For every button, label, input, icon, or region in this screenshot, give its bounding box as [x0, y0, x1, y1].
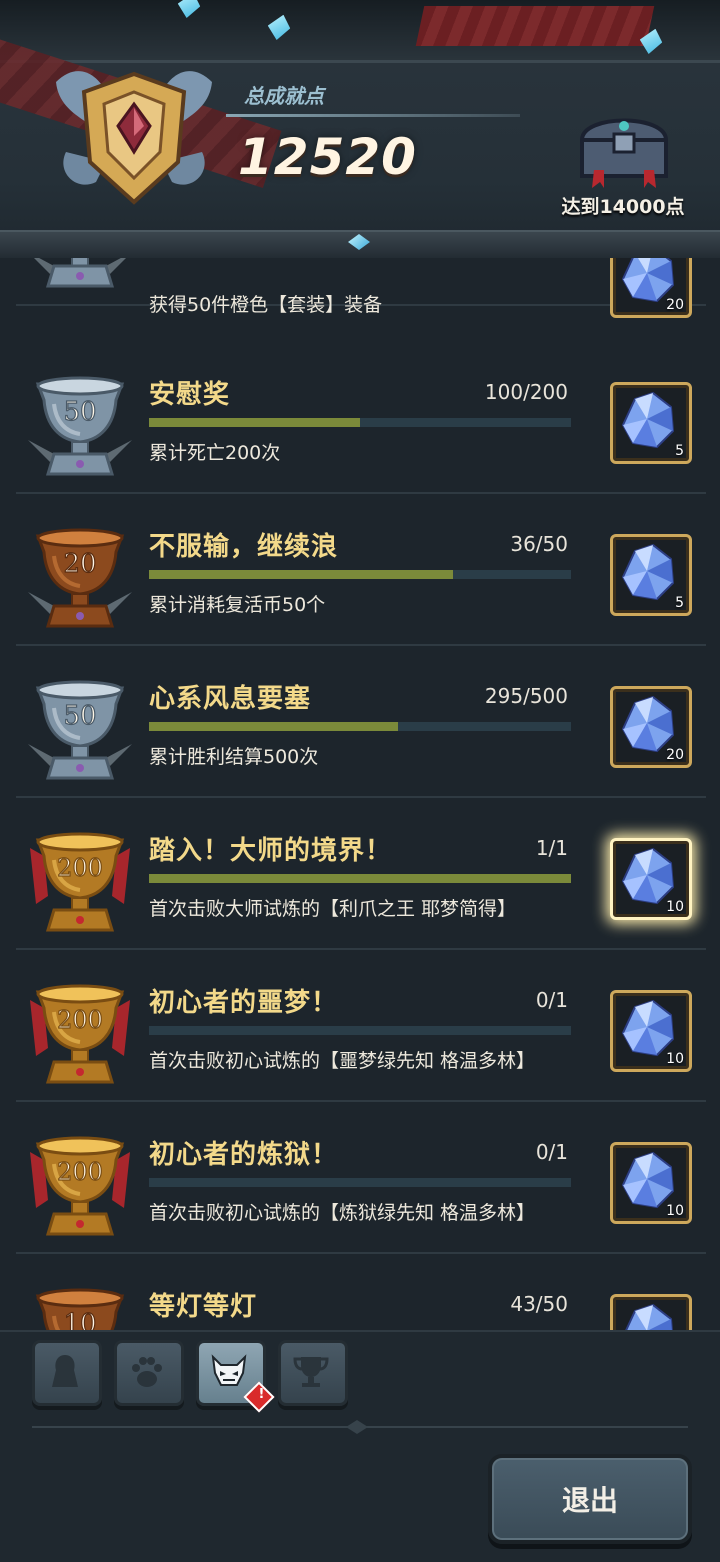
tab-achievements[interactable]	[278, 1340, 348, 1406]
achievement-description: 获得50件橙色【套装】装备	[149, 294, 383, 316]
reward-count: 10	[666, 1203, 684, 1219]
reward-count: 5	[675, 595, 684, 611]
reward-item-button[interactable]: 20	[610, 258, 692, 318]
exit-button[interactable]: 退出	[488, 1454, 692, 1544]
demon-mask-icon	[211, 1354, 247, 1386]
progress-bar-fill	[149, 570, 453, 579]
ribbon-decoration-top	[415, 6, 655, 46]
tab-character[interactable]	[32, 1340, 102, 1406]
reward-item-button[interactable]: 5	[610, 382, 692, 464]
total-points-label: 总成就点	[244, 84, 324, 108]
list-item[interactable]: 200 踏入！大师的境界！ 1/1 首次击败大师试炼的【利爪之王 耶梦简得】 10	[16, 798, 706, 950]
reward-item-button[interactable]	[610, 1294, 692, 1330]
reward-item-button[interactable]: 10	[610, 990, 692, 1072]
character-silhouette-icon	[52, 1355, 78, 1387]
crystal-reward-icon	[621, 543, 675, 601]
achievement-description: 累计胜利结算500次	[149, 746, 319, 768]
gold-trophy-icon: 200	[24, 826, 136, 938]
achievement-description: 累计死亡200次	[149, 442, 281, 464]
rank-emblem-icon	[56, 71, 212, 205]
svg-text:20: 20	[63, 549, 96, 579]
trophy-icon	[293, 1357, 329, 1387]
achievement-list[interactable]: 获得50件橙色【套装】装备 20 50 安慰奖 100/200 累计死亡200次 5…	[0, 258, 720, 1330]
achievement-title: 不服输，继续浪	[149, 532, 339, 562]
crystal-reward-icon	[625, 1303, 673, 1330]
progress-bar-fill	[149, 722, 398, 731]
progress-bar	[149, 418, 571, 427]
progress-count: 0/1	[535, 988, 568, 1012]
list-item[interactable]: 200 初心者的炼狱！ 0/1 首次击败初心试炼的【炼狱绿先知 格温多林】 10	[16, 1102, 706, 1254]
silver-trophy-icon: 50	[24, 370, 136, 482]
svg-text:50: 50	[63, 701, 96, 731]
silver-trophy-icon	[24, 258, 136, 294]
crystal-reward-icon	[621, 391, 675, 449]
achievement-description: 累计消耗复活币50个	[149, 594, 326, 616]
progress-count: 36/50	[510, 532, 568, 556]
progress-count: 1/1	[535, 836, 568, 860]
divider-ornament	[346, 1420, 368, 1434]
gold-trophy-icon: 200	[24, 978, 136, 1090]
treasure-chest-icon[interactable]	[574, 100, 674, 190]
progress-count: 295/500	[484, 684, 568, 708]
progress-bar	[149, 1178, 571, 1187]
list-item[interactable]: 200 初心者的噩梦！ 0/1 首次击败初心试炼的【噩梦绿先知 格温多林】 10	[16, 950, 706, 1102]
total-points-value: 12520	[238, 128, 417, 186]
svg-text:10: 10	[63, 1309, 96, 1330]
paw-icon	[132, 1357, 162, 1387]
bottom-panel: ! 退出	[0, 1330, 720, 1562]
progress-bar	[149, 570, 571, 579]
label-underline	[226, 114, 520, 117]
achievement-description: 首次击败大师试炼的【利爪之王 耶梦简得】	[149, 898, 517, 920]
reward-item-button[interactable]: 10	[610, 838, 692, 920]
progress-bar	[149, 874, 571, 883]
achievement-title: 心系风息要塞	[149, 684, 312, 714]
list-item[interactable]: 10 等灯等灯 43/50	[16, 1254, 706, 1330]
progress-bar	[149, 1026, 571, 1035]
list-item[interactable]: 获得50件橙色【套装】装备 20	[16, 258, 706, 318]
achievement-title: 踏入！大师的境界！	[149, 836, 393, 866]
achievement-description: 首次击败初心试炼的【炼狱绿先知 格温多林】	[149, 1202, 536, 1224]
svg-text:200: 200	[57, 1006, 103, 1034]
chest-goal-text: 达到14000点	[561, 196, 685, 218]
progress-count: 100/200	[484, 380, 568, 404]
reward-item-button[interactable]: 20	[610, 686, 692, 768]
reward-count: 20	[666, 747, 684, 763]
silver-trophy-icon: 50	[24, 674, 136, 786]
progress-count: 43/50	[510, 1292, 568, 1316]
reward-item-button[interactable]: 5	[610, 534, 692, 616]
svg-text:200: 200	[57, 1158, 103, 1186]
achievement-description: 首次击败初心试炼的【噩梦绿先知 格温多林】	[149, 1050, 536, 1072]
reward-count: 5	[675, 443, 684, 459]
list-item[interactable]: 50 安慰奖 100/200 累计死亡200次 5	[16, 342, 706, 494]
achievement-title: 安慰奖	[149, 380, 231, 410]
progress-bar	[149, 722, 571, 731]
list-item[interactable]: 20 不服输，继续浪 36/50 累计消耗复活币50个 5	[16, 494, 706, 646]
achievement-title: 等灯等灯	[149, 1292, 258, 1322]
reward-count: 10	[666, 899, 684, 915]
progress-bar-fill	[149, 874, 571, 883]
reward-count: 20	[666, 297, 684, 313]
bronze-trophy-icon: 10	[24, 1282, 136, 1330]
achievement-title: 初心者的噩梦！	[149, 988, 339, 1018]
list-item[interactable]: 50 心系风息要塞 295/500 累计胜利结算500次 20	[16, 646, 706, 798]
bronze-trophy-icon: 20	[24, 522, 136, 634]
progress-count: 0/1	[535, 1140, 568, 1164]
achievement-header: 总成就点 12520 达到14000点	[0, 0, 720, 258]
tab-pets[interactable]	[114, 1340, 184, 1406]
progress-bar-fill	[149, 418, 360, 427]
reward-item-button[interactable]: 10	[610, 1142, 692, 1224]
achievement-title: 初心者的炼狱！	[149, 1140, 339, 1170]
reward-count: 10	[666, 1051, 684, 1067]
gold-trophy-icon: 200	[24, 1130, 136, 1242]
svg-text:50: 50	[63, 397, 96, 427]
svg-text:200: 200	[57, 854, 103, 882]
